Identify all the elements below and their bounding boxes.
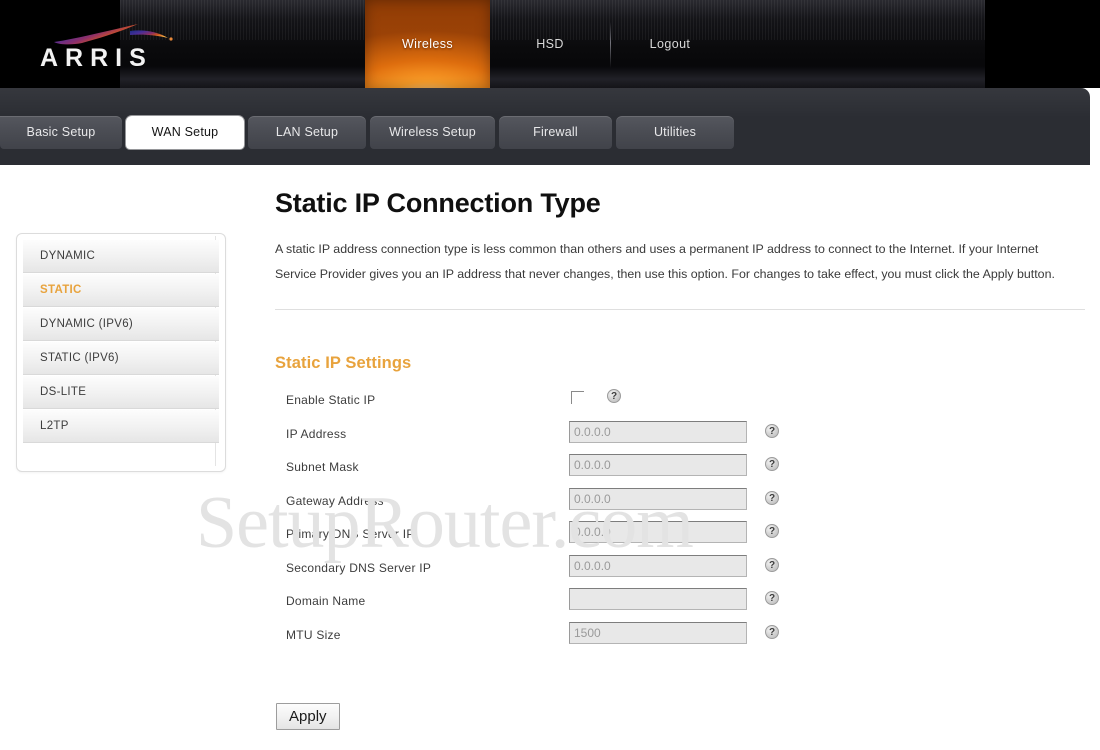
- tab-lan-setup[interactable]: LAN Setup: [248, 116, 366, 149]
- sidebar-item-dynamic[interactable]: DYNAMIC: [23, 240, 219, 273]
- topnav-item-wireless[interactable]: Wireless: [365, 0, 490, 88]
- sidebar-item-l2tp[interactable]: L2TP: [23, 410, 219, 443]
- field-row-secondary-dns: Secondary DNS Server IP ?: [275, 554, 1090, 589]
- input-ip-address[interactable]: [569, 420, 747, 443]
- apply-button-wrap: Apply: [276, 703, 1090, 733]
- field-row-subnet-mask: Subnet Mask ?: [275, 454, 1090, 488]
- label-enable-static-ip: Enable Static IP: [286, 393, 376, 407]
- help-icon-mtu-size[interactable]: ?: [765, 624, 779, 639]
- topnav-separator: [610, 22, 611, 68]
- static-ip-form: Enable Static IP ? IP Address ? Subnet M…: [275, 387, 1090, 655]
- checkbox-enable-static-ip[interactable]: [571, 391, 584, 404]
- field-row-domain-name: Domain Name ?: [275, 588, 1090, 622]
- section-divider: [275, 309, 1085, 310]
- help-icon-ip-address[interactable]: ?: [765, 423, 779, 438]
- help-icon-gateway-address[interactable]: ?: [765, 490, 779, 505]
- tab-utilities[interactable]: Utilities: [616, 116, 734, 149]
- router-admin-page: ARRIS Wireless HSD Logout Basic Setup WA…: [0, 0, 1100, 750]
- input-mtu-size[interactable]: [569, 621, 747, 644]
- topnav-item-logout[interactable]: Logout: [615, 0, 725, 88]
- field-row-primary-dns: Primary DNS Server IP ?: [275, 521, 1090, 555]
- input-primary-dns[interactable]: [569, 521, 747, 543]
- sidebar-item-static[interactable]: STATIC: [23, 274, 219, 307]
- topnav-item-hsd[interactable]: HSD: [495, 0, 605, 88]
- tab-basic-setup[interactable]: Basic Setup: [0, 116, 122, 149]
- sidebar-item-dynamic-ipv6[interactable]: DYNAMIC (IPV6): [23, 308, 219, 341]
- arris-logo: ARRIS: [40, 22, 220, 74]
- tab-wan-setup[interactable]: WAN Setup: [126, 116, 244, 149]
- page-title: Static IP Connection Type: [275, 188, 601, 218]
- label-mtu-size: MTU Size: [286, 627, 341, 642]
- label-domain-name: Domain Name: [286, 594, 366, 608]
- arris-logo-text: ARRIS: [40, 44, 153, 72]
- sidebar-item-ds-lite[interactable]: DS-LITE: [23, 376, 219, 409]
- input-gateway-address[interactable]: [569, 487, 747, 510]
- sidebar-item-static-ipv6[interactable]: STATIC (IPV6): [23, 342, 219, 375]
- help-icon-subnet-mask[interactable]: ?: [765, 457, 779, 471]
- help-icon-secondary-dns[interactable]: ?: [765, 557, 779, 572]
- apply-button[interactable]: Apply: [276, 703, 340, 730]
- help-icon-domain-name[interactable]: ?: [765, 591, 779, 605]
- tab-firewall[interactable]: Firewall: [499, 116, 612, 149]
- label-ip-address: IP Address: [286, 426, 347, 441]
- wan-type-sidebar: DYNAMIC STATIC DYNAMIC (IPV6) STATIC (IP…: [16, 233, 226, 472]
- help-icon-enable-static-ip[interactable]: ?: [607, 389, 621, 403]
- field-row-mtu-size: MTU Size ?: [275, 621, 1090, 656]
- tab-strip-shine: [0, 88, 1090, 118]
- page-description: A static IP address connection type is l…: [275, 242, 1055, 281]
- tab-strip: Basic Setup WAN Setup LAN Setup Wireless…: [0, 88, 1090, 165]
- content-area: SetupRouter.com DYNAMIC STATIC DYNAMIC (…: [0, 165, 1100, 750]
- main-panel: Static IP Connection Type A static IP ad…: [275, 165, 1090, 733]
- section-title: Static IP Settings: [275, 354, 412, 372]
- input-secondary-dns[interactable]: [569, 554, 747, 577]
- label-primary-dns: Primary DNS Server IP: [286, 527, 415, 541]
- label-gateway-address: Gateway Address: [286, 493, 384, 508]
- label-subnet-mask: Subnet Mask: [286, 460, 359, 474]
- header-band: ARRIS Wireless HSD Logout: [0, 0, 1100, 88]
- field-row-enable-static-ip: Enable Static IP ?: [275, 387, 1090, 421]
- field-row-ip-address: IP Address ?: [275, 420, 1090, 455]
- tab-wireless-setup[interactable]: Wireless Setup: [370, 116, 495, 149]
- help-icon-primary-dns[interactable]: ?: [765, 524, 779, 538]
- field-row-gateway-address: Gateway Address ?: [275, 487, 1090, 522]
- input-subnet-mask[interactable]: [569, 454, 747, 476]
- label-secondary-dns: Secondary DNS Server IP: [286, 560, 432, 575]
- input-domain-name[interactable]: [569, 588, 747, 610]
